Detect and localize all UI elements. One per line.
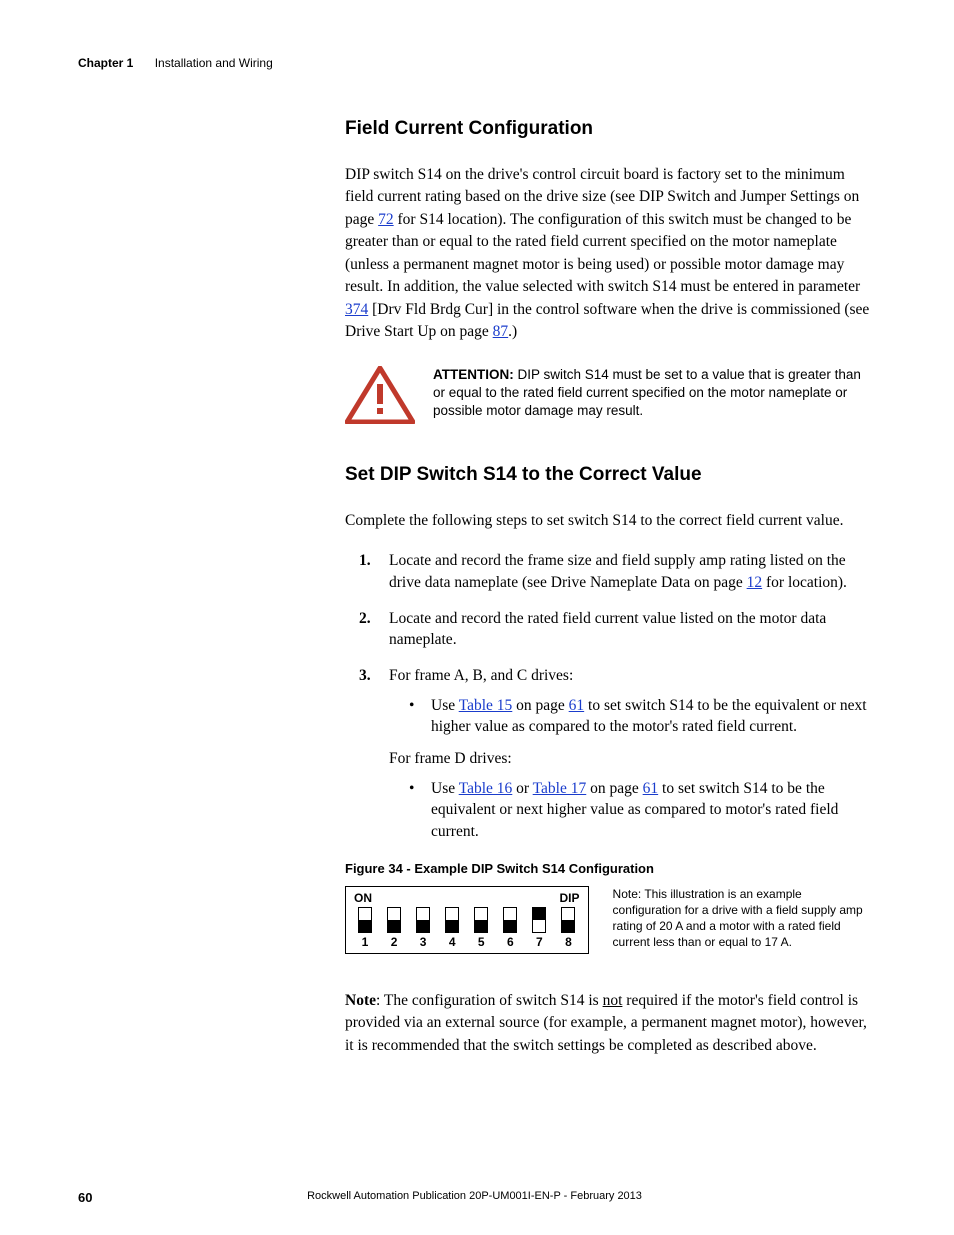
step-2: Locate and record the rated field curren… <box>359 608 870 651</box>
switch-number: 1 <box>362 935 369 949</box>
heading-set-dip: Set DIP Switch S14 to the Correct Value <box>345 464 870 486</box>
steps-intro: Complete the following steps to set swit… <box>345 510 870 532</box>
step-1: Locate and record the frame size and fie… <box>359 550 870 593</box>
closing-note: Note: The configuration of switch S14 is… <box>345 990 870 1057</box>
attention-icon <box>345 366 415 424</box>
figure-caption: Figure 34 - Example DIP Switch S14 Confi… <box>345 861 870 876</box>
dip-switch-5: 5 <box>470 907 492 949</box>
dip-switch-8: 8 <box>557 907 579 949</box>
dip-label-on: ON <box>354 891 372 905</box>
dip-label-dip: DIP <box>560 891 580 905</box>
heading-field-current: Field Current Configuration <box>345 118 870 140</box>
dip-switch-4: 4 <box>441 907 463 949</box>
publication-line: Rockwell Automation Publication 20P-UM00… <box>307 1190 642 1202</box>
main-content: Field Current Configuration DIP switch S… <box>345 118 870 1057</box>
link-page-87[interactable]: 87 <box>493 323 509 340</box>
link-table-17[interactable]: Table 17 <box>533 780 587 797</box>
dip-switch-1: 1 <box>354 907 376 949</box>
dip-switch-3: 3 <box>412 907 434 949</box>
switch-slider <box>532 907 546 933</box>
step-3-bullet-d: Use Table 16 or Table 17 on page 61 to s… <box>409 778 870 843</box>
switch-number: 7 <box>536 935 543 949</box>
switch-number: 2 <box>391 935 398 949</box>
switch-slider <box>474 907 488 933</box>
switch-slider <box>503 907 517 933</box>
link-param-374[interactable]: 374 <box>345 301 368 318</box>
link-table-15[interactable]: Table 15 <box>459 697 513 714</box>
steps-list: Locate and record the frame size and fie… <box>359 550 870 843</box>
switch-slider <box>445 907 459 933</box>
link-page-72[interactable]: 72 <box>378 211 394 228</box>
switch-slider <box>416 907 430 933</box>
figure-row: ON DIP 1 2 3 4 5 6 7 8 Note: This illustration … <box>345 886 870 954</box>
dip-switch-diagram: ON DIP 1 2 3 4 5 6 7 8 <box>345 886 589 954</box>
link-page-12[interactable]: 12 <box>747 574 763 591</box>
switch-number: 5 <box>478 935 485 949</box>
page-footer: 60 Rockwell Automation Publication 20P-U… <box>78 1190 871 1205</box>
intro-paragraph: DIP switch S14 on the drive's control ci… <box>345 164 870 344</box>
switch-number: 6 <box>507 935 514 949</box>
switch-number: 8 <box>565 935 572 949</box>
chapter-title: Installation and Wiring <box>155 56 273 70</box>
link-table-16[interactable]: Table 16 <box>459 780 513 797</box>
page-number: 60 <box>78 1190 92 1205</box>
step-3-bullet-abc: Use Table 15 on page 61 to set switch S1… <box>409 695 870 738</box>
switch-slider <box>387 907 401 933</box>
figure-note: Note: This illustration is an example co… <box>613 886 870 951</box>
link-page-61b[interactable]: 61 <box>643 780 659 797</box>
step-3: For frame A, B, and C drives: Use Table … <box>359 665 870 843</box>
switch-slider <box>358 907 372 933</box>
switch-number: 3 <box>420 935 427 949</box>
attention-callout: ATTENTION: DIP switch S14 must be set to… <box>345 366 870 424</box>
running-header: Chapter 1 Installation and Wiring <box>78 56 871 70</box>
step-3-frame-d-label: For frame D drives: <box>389 748 870 770</box>
attention-text: ATTENTION: DIP switch S14 must be set to… <box>433 366 870 421</box>
switch-number: 4 <box>449 935 456 949</box>
switch-slider <box>561 907 575 933</box>
dip-switch-2: 2 <box>383 907 405 949</box>
link-page-61a[interactable]: 61 <box>569 697 585 714</box>
chapter-label: Chapter 1 <box>78 56 133 70</box>
dip-switch-7: 7 <box>528 907 550 949</box>
dip-switch-6: 6 <box>499 907 521 949</box>
